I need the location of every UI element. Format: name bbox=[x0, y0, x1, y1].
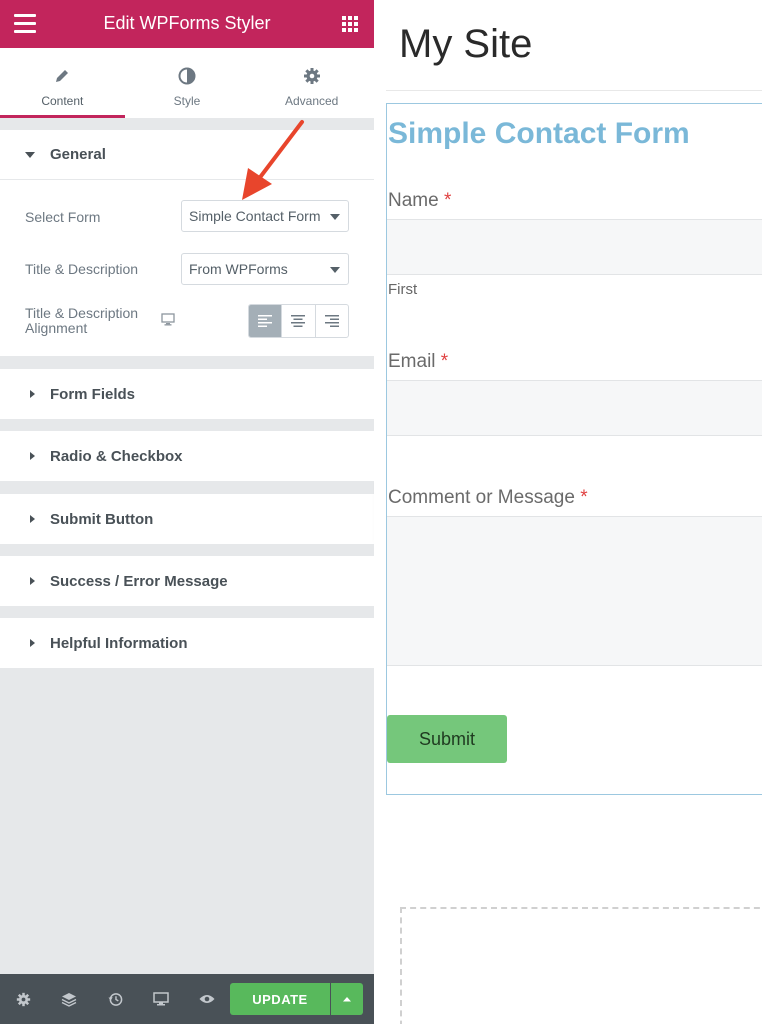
section-title: Helpful Information bbox=[50, 634, 188, 652]
email-input[interactable] bbox=[387, 380, 762, 436]
align-center-icon bbox=[291, 315, 306, 327]
section-submit-button[interactable]: Submit Button bbox=[0, 494, 374, 544]
caret-right-icon bbox=[30, 639, 35, 647]
tab-advanced[interactable]: Advanced bbox=[249, 48, 375, 118]
form-title: Simple Contact Form bbox=[388, 117, 690, 150]
divider bbox=[0, 118, 374, 130]
empty-section-dropzone[interactable] bbox=[400, 907, 762, 1024]
section-title: Success / Error Message bbox=[50, 572, 228, 590]
panel-tabs: Content Style Advanced bbox=[0, 48, 375, 118]
align-left-icon bbox=[258, 315, 273, 327]
pencil-icon bbox=[54, 66, 70, 86]
select-form-dropdown[interactable]: Simple Contact Form bbox=[181, 200, 349, 232]
editor-panel: Edit WPForms Styler Content Style Advanc… bbox=[0, 0, 375, 1024]
required-mark: * bbox=[580, 487, 588, 508]
select-form-value: Simple Contact Form bbox=[189, 208, 321, 224]
caret-right-icon bbox=[30, 390, 35, 398]
section-general-header[interactable]: General bbox=[0, 130, 374, 180]
caret-right-icon bbox=[30, 452, 35, 460]
history-icon[interactable] bbox=[107, 991, 123, 1007]
caret-right-icon bbox=[30, 515, 35, 523]
preview-eye-icon[interactable] bbox=[199, 991, 215, 1007]
responsive-mode-icon[interactable] bbox=[153, 991, 169, 1007]
name-first-input[interactable] bbox=[387, 219, 762, 275]
half-circle-icon bbox=[178, 66, 196, 86]
alignment-control bbox=[248, 304, 349, 338]
name-label-text: Name bbox=[388, 190, 439, 211]
panel-title: Edit WPForms Styler bbox=[103, 13, 271, 33]
alignment-label-line1: Title & Description bbox=[25, 305, 139, 321]
required-mark: * bbox=[443, 190, 452, 211]
name-first-sublabel: First bbox=[388, 281, 418, 298]
section-helpful-information[interactable]: Helpful Information bbox=[0, 618, 374, 668]
site-title: My Site bbox=[399, 22, 533, 66]
message-field-label: Comment or Message * bbox=[388, 487, 588, 509]
dropdown-arrow-icon bbox=[330, 267, 340, 273]
email-field-label: Email * bbox=[388, 351, 448, 373]
section-success-error-message[interactable]: Success / Error Message bbox=[0, 556, 374, 606]
caret-right-icon bbox=[30, 577, 35, 585]
tab-style[interactable]: Style bbox=[124, 48, 250, 118]
panel-header: Edit WPForms Styler bbox=[0, 0, 374, 48]
title-description-label: Title & Description bbox=[25, 261, 139, 277]
tab-content[interactable]: Content bbox=[0, 48, 125, 118]
page-preview: My Site Simple Contact Form Name * First… bbox=[374, 0, 762, 1024]
tab-content-label: Content bbox=[41, 94, 84, 108]
name-field-label: Name * bbox=[388, 190, 451, 212]
update-options-button[interactable] bbox=[331, 983, 363, 1015]
dropdown-arrow-icon bbox=[330, 214, 340, 220]
caret-down-icon bbox=[25, 151, 35, 158]
align-center-button[interactable] bbox=[282, 305, 316, 337]
caret-up-icon bbox=[343, 997, 351, 1002]
annotation-arrow-icon bbox=[242, 120, 304, 200]
gear-icon bbox=[303, 66, 321, 86]
message-textarea[interactable] bbox=[387, 516, 762, 666]
alignment-label-line2: Alignment bbox=[25, 320, 88, 336]
required-mark: * bbox=[440, 351, 449, 372]
wpforms-widget[interactable]: Simple Contact Form Name * First Email *… bbox=[386, 103, 762, 795]
desktop-icon[interactable] bbox=[161, 313, 175, 331]
submit-button[interactable]: Submit bbox=[387, 715, 507, 763]
title-description-dropdown[interactable]: From WPForms bbox=[181, 253, 349, 285]
settings-icon[interactable] bbox=[15, 991, 31, 1007]
section-form-fields[interactable]: Form Fields bbox=[0, 369, 374, 419]
message-label-text: Comment or Message bbox=[388, 487, 575, 508]
tab-advanced-label: Advanced bbox=[284, 94, 339, 108]
widgets-grid-icon[interactable] bbox=[342, 16, 358, 32]
section-title: General bbox=[50, 146, 106, 163]
section-title: Radio & Checkbox bbox=[50, 447, 183, 465]
layers-icon[interactable] bbox=[61, 991, 77, 1007]
divider bbox=[386, 90, 762, 91]
tab-style-label: Style bbox=[173, 94, 201, 108]
section-title: Form Fields bbox=[50, 385, 136, 403]
email-label-text: Email bbox=[388, 351, 436, 372]
section-radio-checkbox[interactable]: Radio & Checkbox bbox=[0, 431, 374, 481]
update-button[interactable]: UPDATE bbox=[230, 983, 330, 1015]
align-right-button[interactable] bbox=[316, 305, 348, 337]
title-description-value: From WPForms bbox=[189, 261, 288, 277]
align-right-icon bbox=[324, 315, 339, 327]
align-left-button[interactable] bbox=[249, 305, 283, 337]
select-form-label: Select Form bbox=[25, 209, 101, 225]
alignment-label: Title & Description Alignment bbox=[25, 306, 138, 336]
section-title: Submit Button bbox=[50, 510, 154, 528]
